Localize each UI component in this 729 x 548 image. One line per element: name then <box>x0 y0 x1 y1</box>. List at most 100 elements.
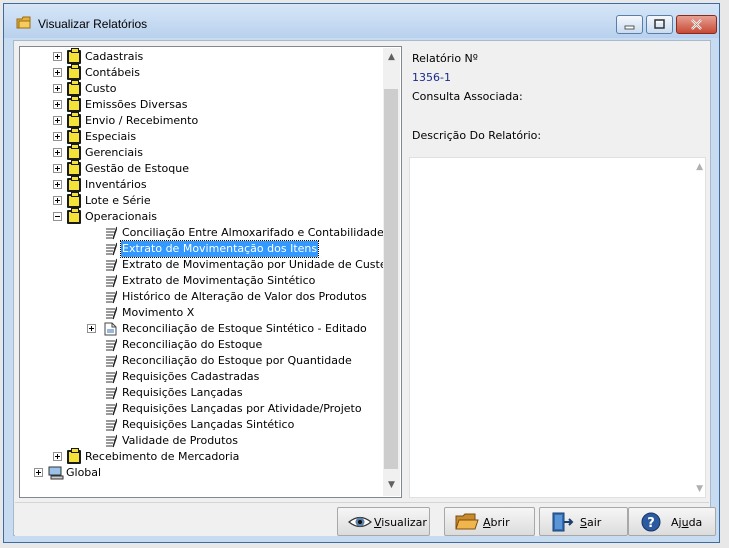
tree-item[interactable]: Extrato de Movimentação por Unidade de C… <box>20 257 396 273</box>
report-pen-icon <box>104 370 118 384</box>
tree-item-label[interactable]: Gestão de Estoque <box>84 161 190 177</box>
expand-icon[interactable] <box>53 116 62 125</box>
tree-folder[interactable]: Custo <box>20 80 382 97</box>
tree-item-label[interactable]: Global <box>65 465 102 481</box>
tree-item-label[interactable]: Requisições Cadastradas <box>121 369 260 385</box>
maximize-button[interactable] <box>646 15 673 34</box>
exit-button[interactable]: Sair <box>539 507 628 536</box>
tree-item-label[interactable]: Cadastrais <box>84 49 144 65</box>
help-button[interactable]: ? Ajuda <box>628 507 716 536</box>
tree-item-label[interactable]: Reconciliação de Estoque Sintético - Edi… <box>121 321 368 337</box>
report-pen-icon <box>104 226 118 240</box>
tree-item[interactable]: Validade de Produtos <box>20 433 382 449</box>
tree-folder[interactable]: Contábeis <box>20 64 382 81</box>
tree-item[interactable]: Histórico de Alteração de Valor dos Prod… <box>20 289 382 305</box>
tree-item-label[interactable]: Recebimento de Mercadoria <box>84 449 240 465</box>
tree-item-label[interactable]: Reconciliação do Estoque <box>121 337 263 353</box>
tree-folder[interactable]: Envio / Recebimento <box>20 112 382 129</box>
tree-folder[interactable]: Inventários <box>20 176 382 193</box>
tree-item[interactable]: Reconciliação de Estoque Sintético - Edi… <box>20 321 382 337</box>
tree-item[interactable]: Reconciliação do Estoque por Quantidade <box>20 353 382 369</box>
tree-item-label[interactable]: Extrato de Movimentação por Unidade de C… <box>121 257 397 273</box>
tree-item-label[interactable]: Requisições Lançadas <box>121 385 244 401</box>
tree-folder[interactable]: Emissões Diversas <box>20 96 382 113</box>
tree-item-label[interactable]: Extrato de Movimentação Sintético <box>121 273 316 289</box>
tree-item-label[interactable]: Contábeis <box>84 65 141 81</box>
tree-item[interactable]: Movimento X <box>20 305 382 321</box>
tree-folder[interactable]: Cadastrais <box>20 48 382 65</box>
expand-icon[interactable] <box>87 324 96 333</box>
report-tree[interactable]: Global Recebimento de Mercadoria Validade … <box>19 46 402 498</box>
tree-item-label[interactable]: Inventários <box>84 177 148 193</box>
open-button-post: brir <box>490 516 510 529</box>
expand-icon[interactable] <box>53 132 62 141</box>
tree-item-label[interactable]: Especiais <box>84 129 137 145</box>
expand-icon[interactable] <box>53 84 62 93</box>
tree-item-label[interactable]: Histórico de Alteração de Valor dos Prod… <box>121 289 368 305</box>
title-bar[interactable]: Visualizar Relatórios <box>4 4 719 38</box>
minimize-button[interactable] <box>616 15 643 34</box>
expand-icon[interactable] <box>53 164 62 173</box>
report-pen-icon <box>104 434 118 448</box>
window-title: Visualizar Relatórios <box>38 17 148 31</box>
exit-button-key: S <box>580 516 587 529</box>
tree-item-label[interactable]: Movimento X <box>121 305 195 321</box>
expand-icon[interactable] <box>53 148 62 157</box>
scroll-thumb[interactable] <box>384 89 398 469</box>
tree-item[interactable]: Extrato de Movimentação dos Itens <box>20 240 382 258</box>
expand-icon[interactable] <box>53 180 62 189</box>
folder-icon <box>67 112 81 128</box>
view-button[interactable]: Visualizar <box>337 507 430 536</box>
tree-item-label[interactable]: Operacionais <box>84 209 158 225</box>
svg-text:?: ? <box>647 516 655 531</box>
tree-item-label[interactable]: Custo <box>84 81 117 97</box>
expand-icon[interactable] <box>53 196 62 205</box>
exit-button-post: air <box>586 516 602 529</box>
tree-folder[interactable]: Especiais <box>20 128 382 145</box>
scroll-up-icon[interactable]: ▲ <box>386 52 397 63</box>
tree-item-label[interactable]: Requisições Lançadas Sintético <box>121 417 295 433</box>
tree-folder[interactable]: Gestão de Estoque <box>20 160 382 177</box>
tree-item-label[interactable]: Requisições Lançadas por Atividade/Proje… <box>121 401 363 417</box>
expand-icon[interactable] <box>53 68 62 77</box>
open-button[interactable]: Abrir <box>444 507 535 536</box>
expand-icon[interactable] <box>53 452 62 461</box>
close-button[interactable] <box>676 15 717 34</box>
tree-item-label[interactable]: Envio / Recebimento <box>84 113 199 129</box>
expand-icon[interactable] <box>53 52 62 61</box>
tree-folder[interactable]: Lote e Série <box>20 192 382 209</box>
tree-item[interactable]: Requisições Lançadas Sintético <box>20 417 382 433</box>
tree-item[interactable]: Global <box>20 465 382 481</box>
scroll-down-icon[interactable]: ▼ <box>386 480 397 491</box>
report-pen-icon <box>104 386 118 400</box>
tree-item[interactable]: Extrato de Movimentação Sintético <box>20 273 382 289</box>
report-pen-icon <box>104 418 118 432</box>
tree-item-label[interactable]: Extrato de Movimentação dos Itens <box>119 240 320 258</box>
tree-item[interactable]: Requisições Lançadas por Atividade/Proje… <box>20 401 382 417</box>
tree-vertical-scrollbar[interactable]: ▲ ▼ <box>383 48 400 496</box>
desc-scroll-up-icon: ▲ <box>696 162 703 172</box>
report-number-value: 1356-1 <box>412 71 451 84</box>
tree-item-label[interactable]: Gerenciais <box>84 145 144 161</box>
tree-item-label[interactable]: Lote e Série <box>84 193 152 209</box>
tree-item-label[interactable]: Reconciliação do Estoque por Quantidade <box>121 353 353 369</box>
report-description-box[interactable]: ▲ ▼ <box>409 157 706 498</box>
tree-folder[interactable]: Recebimento de Mercadoria <box>20 448 382 465</box>
tree-folder[interactable]: Gerenciais <box>20 144 382 161</box>
tree-item-label[interactable]: Emissões Diversas <box>84 97 188 113</box>
folder-icon <box>67 48 81 64</box>
report-pen-icon <box>104 258 118 272</box>
tree-item[interactable]: Requisições Lançadas <box>20 385 382 401</box>
expand-icon[interactable] <box>53 100 62 109</box>
tree-item-label[interactable]: Validade de Produtos <box>121 433 239 449</box>
tree-item[interactable]: Conciliação Entre Almoxarifado e Contabi… <box>20 225 385 241</box>
close-icon <box>691 19 702 30</box>
tree-folder[interactable]: Operacionais <box>20 208 382 225</box>
tree-item[interactable]: Requisições Cadastradas <box>20 369 382 385</box>
collapse-icon[interactable] <box>53 212 62 221</box>
tree-item[interactable]: Reconciliação do Estoque <box>20 337 382 353</box>
tree-item-label[interactable]: Conciliação Entre Almoxarifado e Contabi… <box>121 225 385 241</box>
folder-icon <box>67 128 81 144</box>
help-button-key: u <box>681 516 689 529</box>
expand-icon[interactable] <box>34 468 43 477</box>
